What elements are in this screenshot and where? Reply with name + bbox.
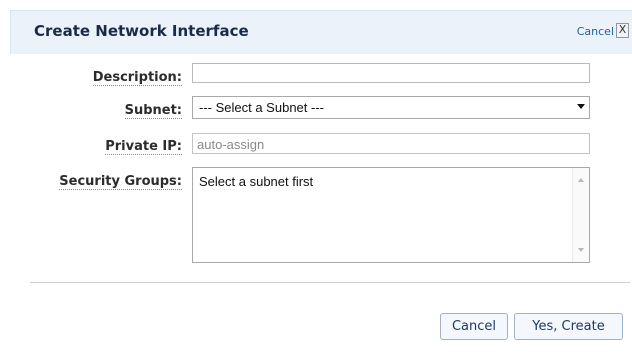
subnet-label: Subnet: <box>124 103 182 119</box>
chevron-down-icon[interactable] <box>577 104 585 109</box>
create-network-interface-dialog: Create Network Interface Cancel X Descri… <box>0 0 632 360</box>
description-label: Description: <box>92 70 182 86</box>
security-groups-scrollbar[interactable] <box>572 168 589 262</box>
subnet-select[interactable]: --- Select a Subnet --- <box>192 96 590 119</box>
dialog-title: Create Network Interface <box>34 22 249 40</box>
subnet-label-row: Subnet: <box>0 99 182 119</box>
cancel-button[interactable]: Cancel <box>440 313 508 340</box>
subnet-selected-value: --- Select a Subnet --- <box>199 100 324 115</box>
security-groups-listbox[interactable]: Select a subnet first <box>192 167 590 263</box>
scroll-down-icon[interactable] <box>578 248 584 252</box>
private-ip-label-row: Private IP: <box>0 135 182 155</box>
private-ip-label: Private IP: <box>105 139 182 155</box>
security-groups-label-row: Security Groups: <box>0 170 182 190</box>
private-ip-input[interactable]: auto-assign <box>192 133 590 154</box>
close-cancel-link[interactable]: Cancel <box>577 25 614 38</box>
security-groups-label: Security Groups: <box>59 174 182 190</box>
scroll-up-icon[interactable] <box>578 178 584 182</box>
yes-create-button[interactable]: Yes, Create <box>514 313 623 340</box>
close-icon[interactable]: X <box>616 23 629 38</box>
dialog-titlebar: Create Network Interface Cancel X <box>10 10 632 54</box>
description-input[interactable] <box>192 63 590 83</box>
security-groups-placeholder: Select a subnet first <box>199 174 314 189</box>
description-label-row: Description: <box>0 66 182 86</box>
footer-divider <box>30 282 630 283</box>
